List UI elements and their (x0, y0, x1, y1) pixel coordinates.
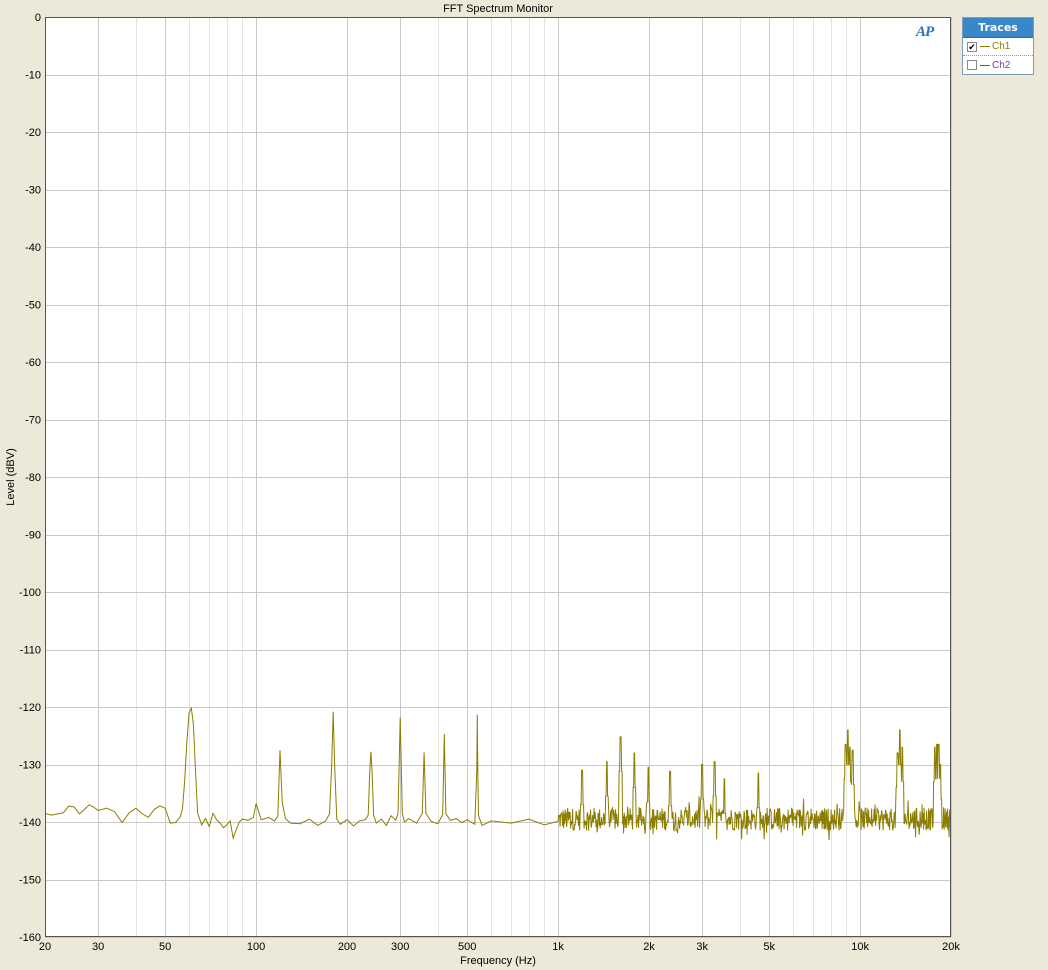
y-tick-labels: 0 -10 -20 -30 -40 -50 -60 -70 -80 -90 -100 -110 -120… (19, 12, 41, 944)
x-tick-label: 50 (159, 941, 171, 953)
y-axis-label: Level (dBV) (5, 448, 17, 505)
ch2-checkbox[interactable] (967, 60, 977, 70)
ch2-line-swatch (980, 64, 990, 66)
legend-item-ch1[interactable]: ✔ Ch1 (963, 38, 1033, 56)
x-tick-label: 5k (763, 941, 775, 953)
y-tick-label: -30 (25, 185, 41, 197)
y-tick-label: -20 (25, 127, 41, 139)
y-tick-label: -90 (25, 530, 41, 542)
x-tick-label: 10k (851, 941, 869, 953)
y-tick-label: -40 (25, 242, 41, 254)
legend-title: Traces (963, 18, 1033, 38)
x-tick-labels: 20 30 50 100 200 300 500 1k 2k 3k 5k 10k 20k (39, 941, 960, 953)
x-tick-label: 300 (391, 941, 409, 953)
x-tick-label: 200 (338, 941, 356, 953)
x-tick-label: 2k (643, 941, 655, 953)
traces-legend[interactable]: Traces ✔ Ch1 Ch2 (962, 17, 1034, 75)
x-tick-label: 3k (696, 941, 708, 953)
y-tick-label: 0 (35, 12, 41, 24)
y-tick-label: -80 (25, 472, 41, 484)
x-tick-label: 30 (92, 941, 104, 953)
y-tick-label: -150 (19, 875, 41, 887)
x-axis-label: Frequency (Hz) (460, 955, 536, 967)
y-tick-label: -100 (19, 587, 41, 599)
ch1-checkbox[interactable]: ✔ (967, 41, 977, 52)
legend-item-ch2[interactable]: Ch2 (963, 56, 1033, 74)
y-tick-label: -70 (25, 415, 41, 427)
x-tick-label: 500 (458, 941, 476, 953)
legend-label-ch2: Ch2 (992, 59, 1011, 71)
ch1-line-swatch (980, 46, 990, 47)
y-tick-label: -160 (19, 932, 41, 944)
chart-title: FFT Spectrum Monitor (443, 3, 553, 15)
y-tick-label: -130 (19, 760, 41, 772)
x-tick-label: 20k (942, 941, 960, 953)
y-tick-label: -120 (19, 702, 41, 714)
fft-chart: 20 30 50 100 200 300 500 1k 2k 3k 5k 10k 20k 0-10-20… (5, 3, 960, 967)
legend-label-ch1: Ch1 (992, 41, 1011, 52)
y-tick-label: -110 (20, 645, 41, 657)
y-tick-label: -10 (25, 70, 41, 82)
y-tick-label: -60 (25, 357, 41, 369)
y-tick-label: -50 (25, 300, 41, 312)
x-tick-label: 1k (552, 941, 564, 953)
ap-logo: AP (916, 24, 934, 40)
y-tick-label: -140 (19, 817, 41, 829)
x-tick-label: 100 (247, 941, 265, 953)
